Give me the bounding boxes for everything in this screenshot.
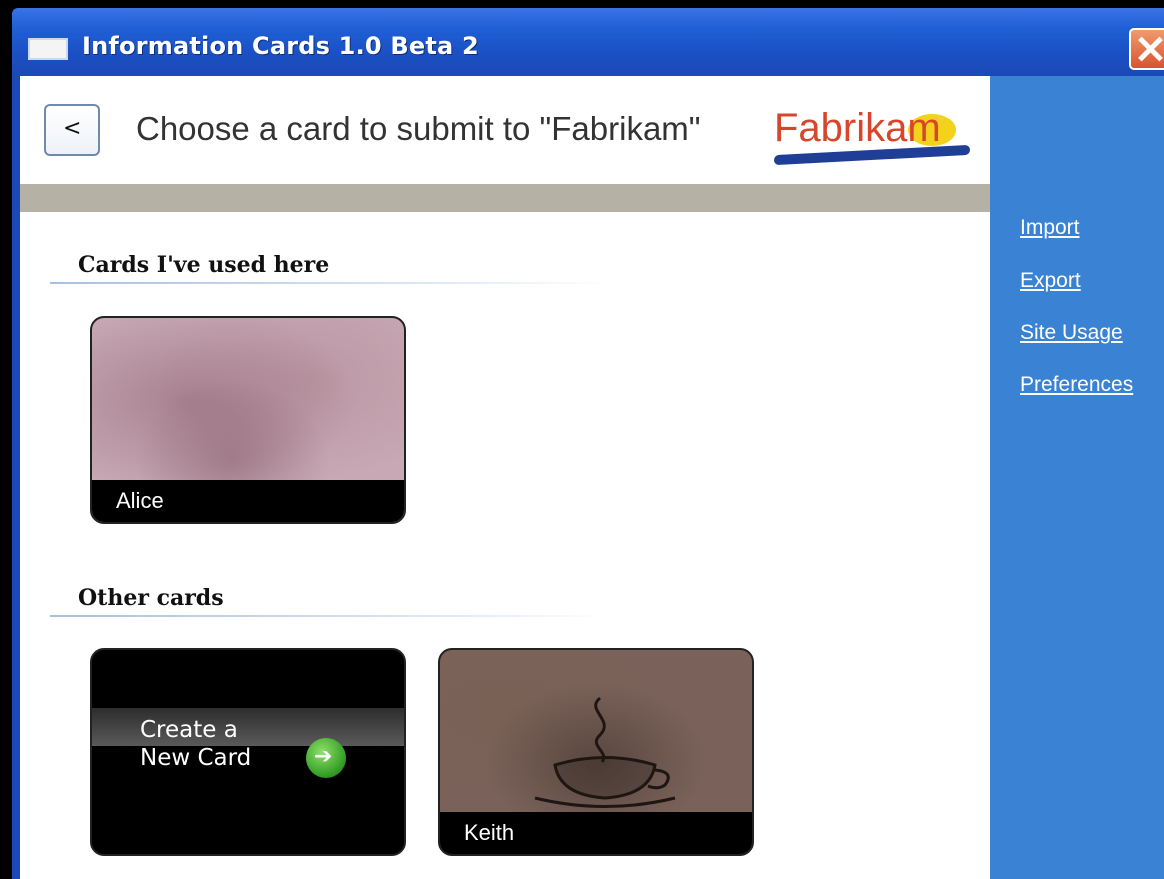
new-card-text: Create a New Card [140,716,251,772]
import-link[interactable]: Import [1020,216,1080,240]
window-icon [28,38,68,60]
new-card-line2: New Card [140,745,252,771]
card-label: Alice [116,488,164,513]
card-label-bar: Alice [92,480,404,522]
logo-text: Fabrikam [774,106,941,150]
site-usage-link[interactable]: Site Usage [1020,321,1123,345]
information-cards-window: Information Cards 1.0 Beta 2 < Choose a … [0,0,1164,879]
back-arrow-icon: < [63,116,82,141]
card-create-new[interactable]: Create a New Card [90,648,406,856]
card-keith[interactable]: Keith [438,648,754,856]
card-alice[interactable]: Alice [90,316,406,524]
back-button[interactable]: < [44,104,100,156]
task-sidebar: Import Export Site Usage Preferences [990,76,1164,879]
section-title-used: Cards I've used here [78,252,330,278]
header: < Choose a card to submit to "Fabrikam" … [20,76,990,184]
header-divider-band [20,184,990,212]
export-link[interactable]: Export [1020,269,1081,293]
close-button[interactable] [1129,28,1164,70]
section-divider-used [50,282,610,284]
section-divider-other [50,615,610,617]
card-label: Keith [464,820,515,845]
fabrikam-logo: Fabrikam [774,106,974,166]
coffee-cup-icon [534,696,676,808]
main-content: < Choose a card to submit to "Fabrikam" … [20,76,990,879]
title-bar[interactable]: Information Cards 1.0 Beta 2 [12,8,1164,76]
green-arrow-icon [306,738,346,778]
preferences-link[interactable]: Preferences [1020,373,1133,397]
card-label-bar: Keith [440,812,752,854]
section-title-other: Other cards [78,585,224,611]
window-border [12,76,20,879]
new-card-line1: Create a [140,717,238,743]
page-title: Choose a card to submit to "Fabrikam" [136,110,701,147]
window-title: Information Cards 1.0 Beta 2 [82,32,479,60]
